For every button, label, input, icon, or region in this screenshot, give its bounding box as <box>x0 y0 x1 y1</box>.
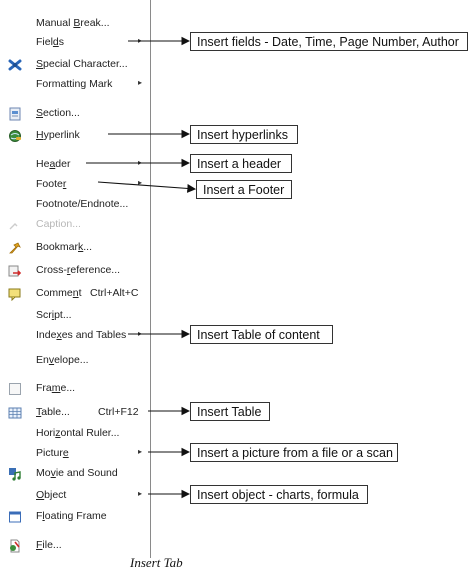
callout-box: Insert object - charts, formula <box>190 485 368 504</box>
callout-box: Insert a picture from a file or a scan <box>190 443 398 462</box>
callout-box: Insert Table of content <box>190 325 333 344</box>
callout-box: Insert Table <box>190 402 270 421</box>
callout-box: Insert hyperlinks <box>190 125 298 144</box>
figure-caption: Insert Tab <box>130 555 183 570</box>
callout-box: Insert fields - Date, Time, Page Number,… <box>190 32 468 51</box>
callout-arrow <box>97 181 197 193</box>
callout-box: Insert a Footer <box>196 180 292 199</box>
callout-box: Insert a header <box>190 154 292 173</box>
